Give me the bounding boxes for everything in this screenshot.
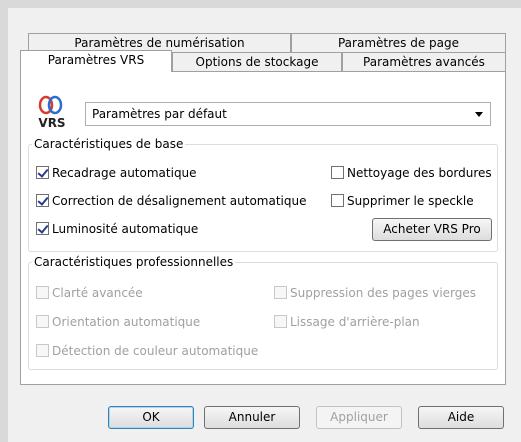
chevron-down-icon[interactable]	[475, 112, 483, 117]
checkbox-label: Clarté avancée	[52, 286, 143, 300]
pro-features-title: Caractéristiques professionnelles	[34, 255, 234, 269]
apply-button[interactable]: Appliquer	[316, 406, 402, 429]
checkbox-correction-desalignement[interactable]: Correction de désalignement automatique	[36, 193, 306, 209]
ok-button[interactable]: OK	[108, 406, 194, 429]
checkbox-label: Correction de désalignement automatique	[52, 194, 307, 208]
tab-options-stockage[interactable]: Options de stockage	[172, 52, 342, 72]
checkbox-disabled-icon[interactable]	[36, 344, 49, 357]
checkbox-label: Lissage d'arrière-plan	[290, 315, 420, 329]
checkbox-checked-icon[interactable]	[36, 222, 49, 235]
checkbox-label: Orientation automatique	[52, 315, 201, 329]
checkbox-disabled-icon[interactable]	[274, 315, 287, 328]
checkbox-clarte-avancee[interactable]: Clarté avancée	[36, 285, 143, 301]
profile-select-value: Paramètres par défaut	[92, 107, 227, 121]
checkbox-unchecked-icon[interactable]	[331, 166, 344, 179]
checkbox-checked-icon[interactable]	[36, 166, 49, 179]
checkbox-detection-couleur[interactable]: Détection de couleur automatique	[36, 343, 258, 359]
profile-select[interactable]: Paramètres par défaut	[85, 102, 491, 126]
tab-parametres-vrs[interactable]: Paramètres VRS	[20, 50, 172, 72]
checkbox-disabled-icon[interactable]	[274, 286, 287, 299]
checkbox-orientation-automatique[interactable]: Orientation automatique	[36, 314, 200, 330]
tab-parametres-avances[interactable]: Paramètres avancés	[342, 52, 506, 72]
checkbox-label: Supprimer le speckle	[347, 194, 474, 208]
checkbox-recadrage-automatique[interactable]: Recadrage automatique	[36, 165, 197, 181]
vrs-logo: VRS	[32, 91, 72, 131]
checkbox-disabled-icon[interactable]	[36, 286, 49, 299]
vrs-settings-panel: VRS Paramètres par défaut Caractéristiqu…	[20, 71, 506, 385]
cancel-button[interactable]: Annuler	[204, 406, 300, 429]
checkbox-label: Luminosité automatique	[52, 222, 199, 236]
checkbox-lissage-arriere-plan[interactable]: Lissage d'arrière-plan	[274, 314, 420, 330]
checkbox-label: Nettoyage des bordures	[347, 166, 492, 180]
acheter-vrs-pro-button[interactable]: Acheter VRS Pro	[372, 218, 492, 241]
help-button[interactable]: Aide	[418, 406, 504, 429]
checkbox-suppression-pages-vierges[interactable]: Suppression des pages vierges	[274, 285, 476, 301]
checkbox-unchecked-icon[interactable]	[331, 194, 344, 207]
checkbox-supprimer-speckle[interactable]: Supprimer le speckle	[331, 193, 474, 209]
checkbox-label: Détection de couleur automatique	[52, 344, 259, 358]
checkbox-checked-icon[interactable]	[36, 194, 49, 207]
tab-parametres-page[interactable]: Paramètres de page	[291, 33, 506, 53]
vrs-logo-icon: VRS	[38, 95, 66, 130]
checkbox-label: Recadrage automatique	[52, 166, 197, 180]
checkbox-luminosite-automatique[interactable]: Luminosité automatique	[36, 221, 198, 237]
basic-features-title: Caractéristiques de base	[34, 137, 184, 151]
checkbox-disabled-icon[interactable]	[36, 315, 49, 328]
checkbox-label: Suppression des pages vierges	[290, 286, 477, 300]
vrs-logo-text: VRS	[38, 116, 65, 130]
checkbox-nettoyage-bordures[interactable]: Nettoyage des bordures	[331, 165, 492, 181]
